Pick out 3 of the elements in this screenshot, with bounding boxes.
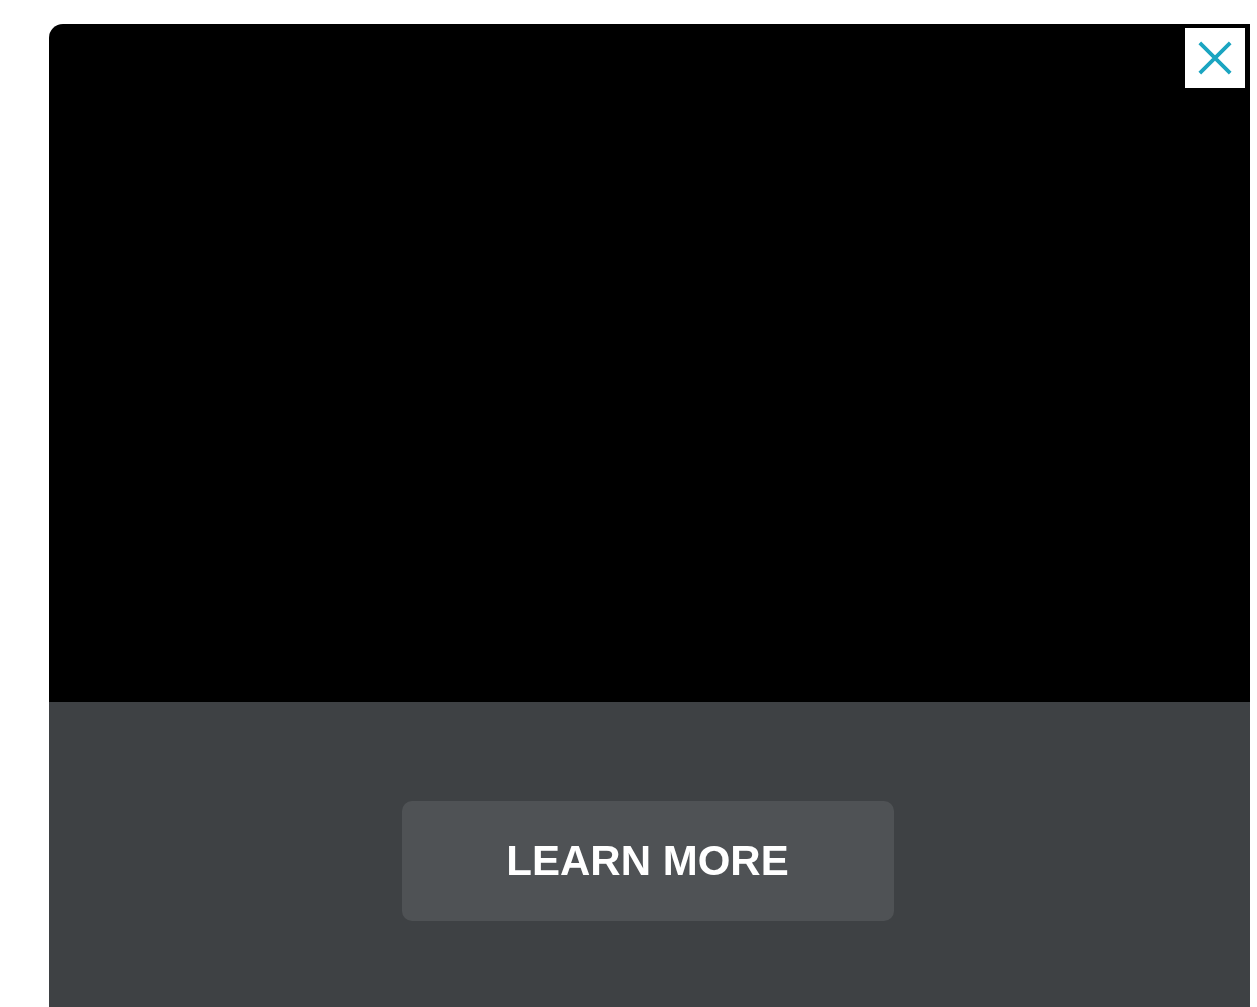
close-button[interactable] [1185,28,1245,88]
learn-more-button[interactable]: LEARN MORE [401,801,894,921]
close-icon [1196,39,1234,77]
